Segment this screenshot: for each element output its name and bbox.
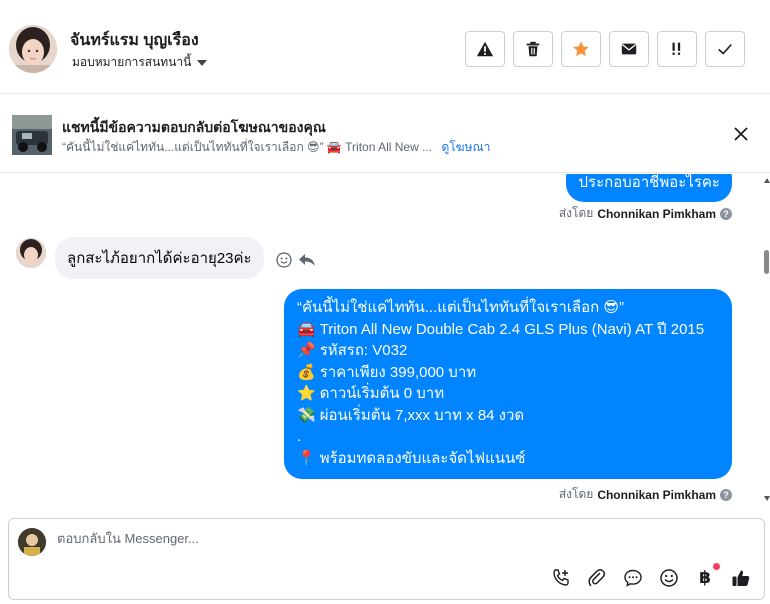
reply-composer: ฿ [8,518,765,600]
sent-by-name: Chonnikan Pimkham [597,487,716,502]
exclamation-icon [672,42,681,55]
car-emoji: 🚘 [297,320,316,338]
like-button[interactable] [730,567,752,589]
smiley-icon [660,569,678,587]
contact-avatar-small [16,238,46,268]
attach-button[interactable] [586,567,608,589]
outgoing-ad-message-bubble[interactable]: “คันนี้ไม่ใช่แค่ไททัน...แต่เป็นไททันที่ใ… [284,289,732,479]
notification-dot [713,563,720,570]
message-line: “คันนี้ไม่ใช่แค่ไททัน...แต่เป็นไททันที่ใ… [297,299,624,316]
message-text: ประกอบอาชีพอะไรคะ [578,174,720,191]
scroll-down-arrow-icon[interactable] [764,496,770,501]
payment-button[interactable]: ฿ [694,563,720,589]
message-thread[interactable]: ประกอบอาชีพอะไรคะ ส่งโดย Chonnikan Pimkh… [0,174,770,514]
paperclip-icon [588,569,606,587]
close-banner-button[interactable] [733,126,749,147]
trash-icon [526,41,540,57]
header-actions [465,31,745,67]
pin-emoji: 📌 [297,342,316,359]
sent-by-label: ส่งโดย Chonnikan Pimkham ? [559,485,732,504]
message-line: ⭐ ดาวน์เริ่มต้น 0 บาท [297,383,719,405]
info-icon[interactable]: ? [720,207,732,220]
phone-add-icon [553,569,569,586]
message-line: 💸 ผ่อนเริ่มต้น 7,xxx บาท x 84 งวด [297,405,719,427]
sent-by-label: ส่งโดย Chonnikan Pimkham ? [559,204,732,223]
reply-icon [299,254,315,266]
baht-icon: ฿ [699,568,711,588]
chat-bubble-icon [624,569,642,587]
delete-button[interactable] [513,31,553,67]
assign-label: มอบหมายการสนทนานี้ [72,55,192,69]
message-line: 💰 ราคาเพียง 399,000 บาท [297,362,719,384]
emoji-button[interactable] [658,567,680,589]
page-avatar [18,528,46,556]
message-text: ลูกสะไภ้อยากได้ค่ะอายุ23ค่ะ [67,250,252,267]
star-button[interactable] [561,31,601,67]
sent-by-name: Chonnikan Pimkham [597,206,716,221]
star-emoji: ⭐ [297,385,316,402]
close-icon [734,127,748,141]
star-icon [573,41,589,57]
scrollbar[interactable] [763,174,770,514]
assign-conversation-dropdown[interactable]: มอบหมายการสนทนานี้ [72,53,208,72]
contact-name: จันทร์แรม บุญเรือง [70,32,199,49]
react-button[interactable] [276,252,292,273]
ad-reply-banner: แชทนี้มีข้อความตอบกลับต่อโฆษณาของคุณ “คั… [0,95,770,173]
reply-input[interactable] [57,531,657,546]
follow-up-button[interactable] [657,31,697,67]
sent-by-prefix: ส่งโดย [558,206,594,220]
money-wings-emoji: 💸 [297,406,316,424]
mark-unread-button[interactable] [609,31,649,67]
call-button[interactable] [550,567,572,589]
saved-replies-button[interactable] [622,567,644,589]
envelope-icon [621,43,637,55]
message-line: 🚘 Triton All New Double Cab 2.4 GLS Plus … [297,319,719,341]
view-ad-link[interactable]: ดูโฆษณา [441,140,490,154]
reply-button[interactable] [298,252,316,273]
outgoing-message-bubble[interactable]: ประกอบอาชีพอะไรคะ [566,174,732,202]
check-icon [718,43,732,55]
sent-by-prefix: ส่งโดย [558,487,594,501]
incoming-message-bubble[interactable]: ลูกสะไภ้อยากได้ค่ะอายุ23ค่ะ [55,237,264,279]
scrollbar-thumb[interactable] [764,250,769,274]
message-line: 📍 พร้อมทดลองขับและจัดไฟแนนซ์ [297,448,719,470]
ad-thumbnail[interactable] [12,115,52,155]
ad-banner-title: แชทนี้มีข้อความตอบกลับต่อโฆษณาของคุณ [62,119,326,135]
money-bag-emoji: 💰 [297,363,316,381]
composer-toolbar: ฿ [550,563,752,589]
ad-banner-snippet: “คันนี้ไม่ใช่แค่ไททัน...แต่เป็นไททันที่ใ… [62,138,490,157]
round-pin-emoji: 📍 [297,449,316,467]
done-button[interactable] [705,31,745,67]
thumbs-up-icon [732,570,750,586]
smiley-icon [276,252,292,268]
message-line: 📌 รหัสรถ: V032 [297,340,719,362]
ad-snippet-text: “คันนี้ไม่ใช่แค่ไททัน...แต่เป็นไททันที่ใ… [62,140,433,154]
message-actions [276,252,316,273]
scroll-up-arrow-icon[interactable] [764,178,770,183]
caret-down-icon [197,59,208,66]
conversation-header: จันทร์แรม บุญเรือง มอบหมายการสนทนานี้ [0,0,770,94]
message-line: . [297,428,302,445]
info-icon[interactable]: ? [720,488,732,501]
warning-icon [476,41,494,57]
warning-button[interactable] [465,31,505,67]
contact-avatar[interactable] [9,25,57,73]
